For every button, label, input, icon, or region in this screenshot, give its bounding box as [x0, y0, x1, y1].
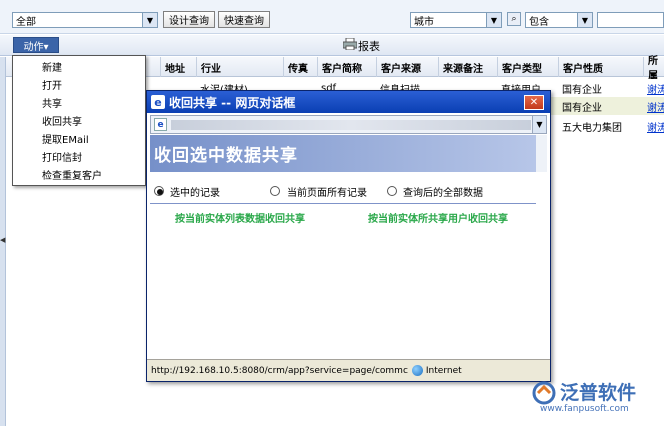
- action-menu-button[interactable]: 动作▾: [13, 37, 59, 53]
- chevron-down-icon[interactable]: ▼: [532, 116, 546, 133]
- address-bar: e ▼: [150, 115, 547, 134]
- column-header[interactable]: 客户性质: [558, 57, 642, 77]
- divider: [150, 203, 536, 204]
- revoke-by-entity-list-link[interactable]: 按当前实体列表数据收回共享: [175, 210, 305, 225]
- revoke-by-shared-user-link[interactable]: 按当前实体所共享用户收回共享: [368, 210, 508, 225]
- dialog-status-bar: http://192.168.10.5:8080/crm/app?service…: [147, 359, 550, 381]
- search-icon[interactable]: ⌕: [507, 12, 521, 26]
- dialog-title: 收回共享 -- 网页对话框: [147, 91, 550, 113]
- column-header[interactable]: 客户类型: [497, 57, 557, 77]
- option-label: 查询后的全部数据: [403, 188, 483, 199]
- printer-icon: [342, 37, 358, 51]
- column-header[interactable]: 客户来源: [376, 57, 437, 77]
- quick-query-button[interactable]: 快速查询: [218, 11, 270, 28]
- radio-selected-records[interactable]: [154, 186, 164, 196]
- operator-value: 包含: [529, 16, 549, 28]
- option-label: 选中的记录: [170, 188, 220, 199]
- filter-value-input[interactable]: [597, 12, 664, 28]
- table-cell: 五大电力集团: [562, 122, 622, 134]
- close-button[interactable]: ✕: [524, 95, 544, 110]
- owner-link[interactable]: 谢涛: [643, 117, 664, 135]
- option-label: 当前页面所有记录: [287, 188, 367, 199]
- column-header[interactable]: 所属: [643, 56, 664, 82]
- chevron-down-icon[interactable]: ▼: [486, 13, 501, 27]
- column-header[interactable]: 来源备注: [438, 57, 496, 77]
- radio-all-results[interactable]: [387, 186, 397, 196]
- ie-icon: e: [151, 95, 165, 109]
- scrollbar[interactable]: [536, 135, 547, 172]
- list-toolbar: [0, 35, 664, 56]
- menu-item-extract-email[interactable]: 提取EMail: [42, 130, 89, 146]
- owner-link[interactable]: 谢涛: [643, 79, 664, 97]
- status-zone: Internet: [425, 365, 462, 376]
- menu-item-print-envelope[interactable]: 打印信封: [42, 148, 82, 164]
- watermark-brand: 泛普软件: [560, 382, 637, 404]
- watermark-url: www.fanpusoft.com: [540, 404, 629, 414]
- scope-value: 全部: [16, 16, 36, 28]
- table-cell: 国有企业: [562, 84, 602, 96]
- menu-item-open[interactable]: 打开: [42, 76, 62, 92]
- design-query-button[interactable]: 设计查询: [163, 11, 215, 28]
- status-url: http://192.168.10.5:8080/crm/app?service…: [151, 365, 408, 376]
- menu-item-revoke-share[interactable]: 收回共享: [42, 112, 82, 128]
- field-select[interactable]: 城市 ▼: [410, 12, 502, 28]
- field-value: 城市: [414, 16, 434, 28]
- scope-select[interactable]: 全部 ▼: [12, 12, 158, 28]
- report-button[interactable]: 报表: [358, 38, 380, 54]
- column-header[interactable]: 客户简称: [317, 57, 375, 77]
- operator-select[interactable]: 包含 ▼: [525, 12, 593, 28]
- globe-icon: [411, 365, 423, 376]
- menu-item-check-duplicates[interactable]: 检查重复客户: [42, 166, 102, 182]
- chevron-left-icon[interactable]: ◀: [0, 236, 5, 244]
- menu-item-share[interactable]: 共享: [42, 94, 62, 110]
- owner-link[interactable]: 谢涛: [643, 97, 664, 115]
- logo-icon: [532, 381, 556, 405]
- column-header[interactable]: 地址: [160, 57, 195, 77]
- ie-icon: e: [154, 118, 167, 131]
- column-header[interactable]: 行业: [196, 57, 282, 77]
- blurred-url: [171, 120, 531, 130]
- menu-item-new[interactable]: 新建: [42, 58, 62, 74]
- chevron-down-icon[interactable]: ▼: [142, 13, 157, 27]
- column-header[interactable]: 传真: [283, 57, 316, 77]
- radio-current-page[interactable]: [270, 186, 280, 196]
- chevron-down-icon[interactable]: ▼: [577, 13, 592, 27]
- dialog-heading: 收回选中数据共享: [150, 135, 536, 172]
- table-cell: 国有企业: [562, 102, 602, 114]
